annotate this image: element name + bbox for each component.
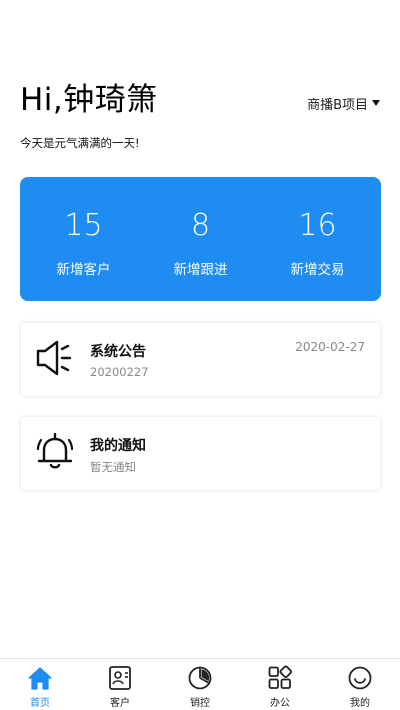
stat-value: 8 [190,208,211,243]
smile-face-icon [348,666,372,690]
notification-card[interactable]: 我的通知 暂无通知 [21,417,380,490]
announcement-title: 系统公告 [90,344,146,360]
speaker-icon [36,340,72,376]
project-selector-label: 商播B项目 [307,98,368,113]
announcement-card[interactable]: 系统公告 20200227 2020-02-27 [21,323,380,396]
greeting-title: Hi,钟琦箫 [20,82,158,118]
bell-icon [36,432,74,469]
daily-message: 今天是元气满满的一天! [20,136,140,150]
tab-office[interactable]: 办公 [250,659,310,710]
stat-new-deals[interactable]: 16 新增交易 [263,177,373,301]
stat-new-followups[interactable]: 8 新增跟进 [146,177,256,301]
stat-value: 15 [64,208,103,243]
tab-mine[interactable]: 我的 [330,659,390,710]
tab-label: 销控 [190,698,210,709]
apps-grid-icon [268,665,293,689]
stats-card: 15 新增客户 8 新增跟进 16 新增交易 [20,177,381,301]
pie-chart-icon [188,666,212,690]
tab-sales[interactable]: 销控 [170,659,230,710]
tab-home[interactable]: 首页 [10,659,70,710]
tab-customers[interactable]: 客户 [90,659,150,710]
stat-label: 新增交易 [290,262,345,278]
notification-title: 我的通知 [90,438,146,454]
home-icon [28,667,52,690]
project-selector[interactable]: 商播B项目 [307,94,380,113]
announcement-subtitle: 20200227 [90,365,149,379]
header: Hi,钟琦箫 商播B项目 [20,80,380,120]
stat-value: 16 [298,208,337,243]
stat-label: 新增跟进 [173,262,228,278]
tab-label: 我的 [350,698,370,709]
tab-label: 首页 [30,698,50,709]
tab-label: 客户 [110,698,130,709]
announcement-date: 2020-02-27 [295,340,365,354]
stat-new-customers[interactable]: 15 新增客户 [29,177,139,301]
notification-subtitle: 暂无通知 [90,460,136,474]
tab-label: 办公 [270,698,290,709]
contact-card-icon [109,666,131,690]
caret-down-icon [372,100,380,106]
stat-label: 新增客户 [56,262,111,278]
bottom-tab-bar: 首页 客户 销控 办公 我的 [0,658,400,710]
